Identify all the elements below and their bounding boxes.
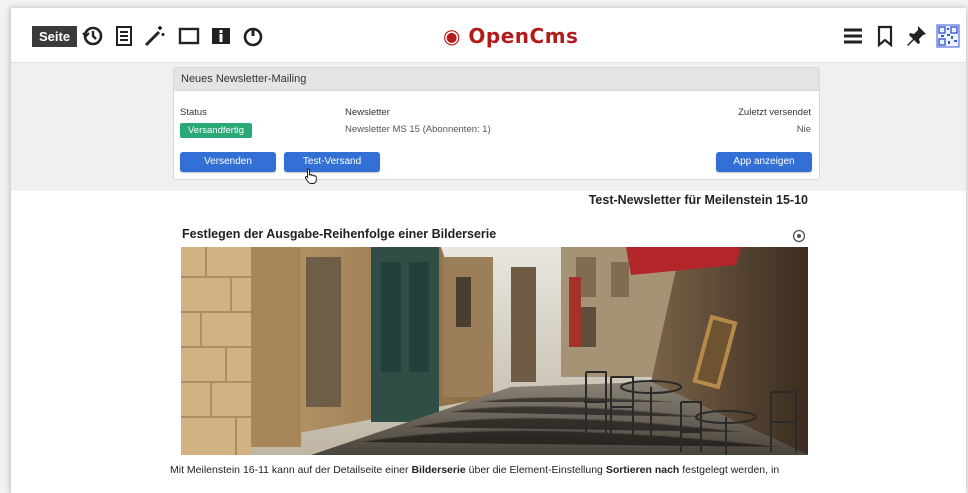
send-button[interactable]: Versenden [180, 152, 276, 172]
bookmark-icon[interactable] [873, 24, 897, 48]
browser-window: Seite ◉ OpenCms Neues Newsletter-Mailing… [10, 8, 966, 493]
test-send-button[interactable]: Test-Versand [284, 152, 380, 172]
info-icon[interactable] [209, 24, 233, 48]
last-sent-value: Nie [796, 124, 811, 135]
page-heading: Test-Newsletter für Meilenstein 15-10 [588, 193, 808, 207]
article-text-bold2: Sortieren nach [605, 464, 680, 476]
newsletter-mailing-panel: Neues Newsletter-Mailing Status Versandf… [173, 67, 820, 180]
magic-wand-icon[interactable] [142, 24, 166, 48]
qr-code-icon[interactable] [936, 24, 960, 48]
article-text-part3: festgelegt werden, in [679, 464, 780, 476]
panel-title: Neues Newsletter-Mailing [174, 68, 819, 91]
opencms-logo: ◉ OpenCms [443, 22, 578, 50]
status-badge: Versandfertig [180, 123, 252, 138]
options-icon[interactable] [792, 229, 806, 243]
hand-cursor-icon [304, 168, 317, 184]
history-icon[interactable] [81, 24, 105, 48]
article-title: Festlegen der Ausgabe-Reihenfolge einer … [182, 227, 497, 241]
power-icon[interactable] [241, 24, 265, 48]
hamburger-menu-icon[interactable] [841, 24, 865, 48]
status-label: Status [180, 107, 207, 118]
newsletter-label: Newsletter [345, 107, 390, 118]
last-sent-label: Zuletzt versendet [738, 107, 811, 118]
article-text-bold1: Bilderserie [411, 464, 466, 476]
article-image-cobblestone-street [181, 247, 808, 455]
article-text: Mit Meilenstein 16-11 kann auf der Detai… [170, 464, 779, 476]
pin-icon[interactable] [904, 24, 928, 48]
show-app-button[interactable]: App anzeigen [716, 152, 812, 172]
window-icon[interactable] [177, 24, 201, 48]
newsletter-value: Newsletter MS 15 (Abonnenten: 1) [345, 124, 491, 135]
article-text-part2: über die Element-Einstellung [465, 464, 606, 476]
article-text-part1: Mit Meilenstein 16-11 kann auf der Detai… [170, 464, 412, 476]
document-icon[interactable] [112, 24, 136, 48]
seite-button[interactable]: Seite [32, 26, 78, 47]
opencms-toolbar: Seite ◉ OpenCms [11, 8, 966, 63]
logo-text-open: ◉ OpenCms [443, 24, 579, 48]
